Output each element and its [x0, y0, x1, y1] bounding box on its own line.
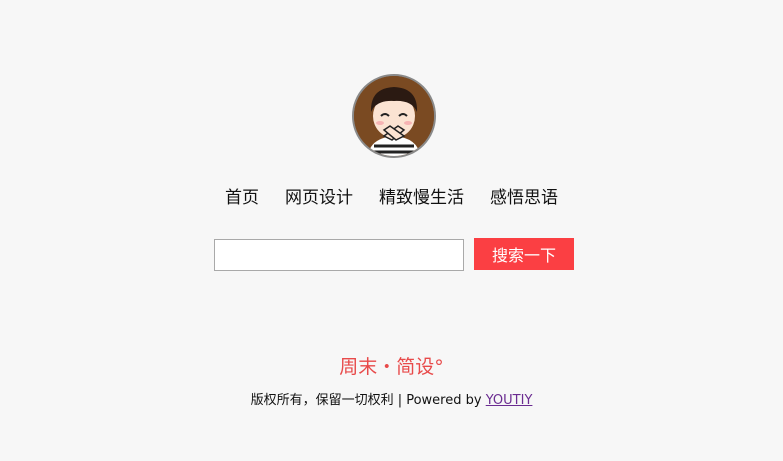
avatar[interactable]: [352, 74, 436, 158]
nav-item-web-design[interactable]: 网页设计: [285, 186, 353, 210]
copyright-text: 版权所有，保留一切权利 | Powered by: [250, 393, 486, 408]
search-input[interactable]: [214, 239, 464, 271]
powered-by-link[interactable]: YOUTIY: [486, 393, 533, 408]
site-brand: 周末・简设°: [339, 356, 444, 378]
page: 首页 网页设计 精致慢生活 感悟思语 搜索一下 周末・简设° 版权所有，保留一切权利 …: [0, 0, 783, 461]
nav-item-thoughts[interactable]: 感悟思语: [490, 186, 558, 210]
nav-item-slow-life[interactable]: 精致慢生活: [379, 186, 464, 210]
cartoon-boy-avatar-icon: [354, 76, 434, 156]
main-nav: 首页 网页设计 精致慢生活 感悟思语: [0, 186, 783, 210]
search-button[interactable]: 搜索一下: [474, 238, 574, 270]
nav-item-home[interactable]: 首页: [225, 186, 259, 210]
footer: 版权所有，保留一切权利 | Powered by YOUTIY: [0, 391, 783, 411]
